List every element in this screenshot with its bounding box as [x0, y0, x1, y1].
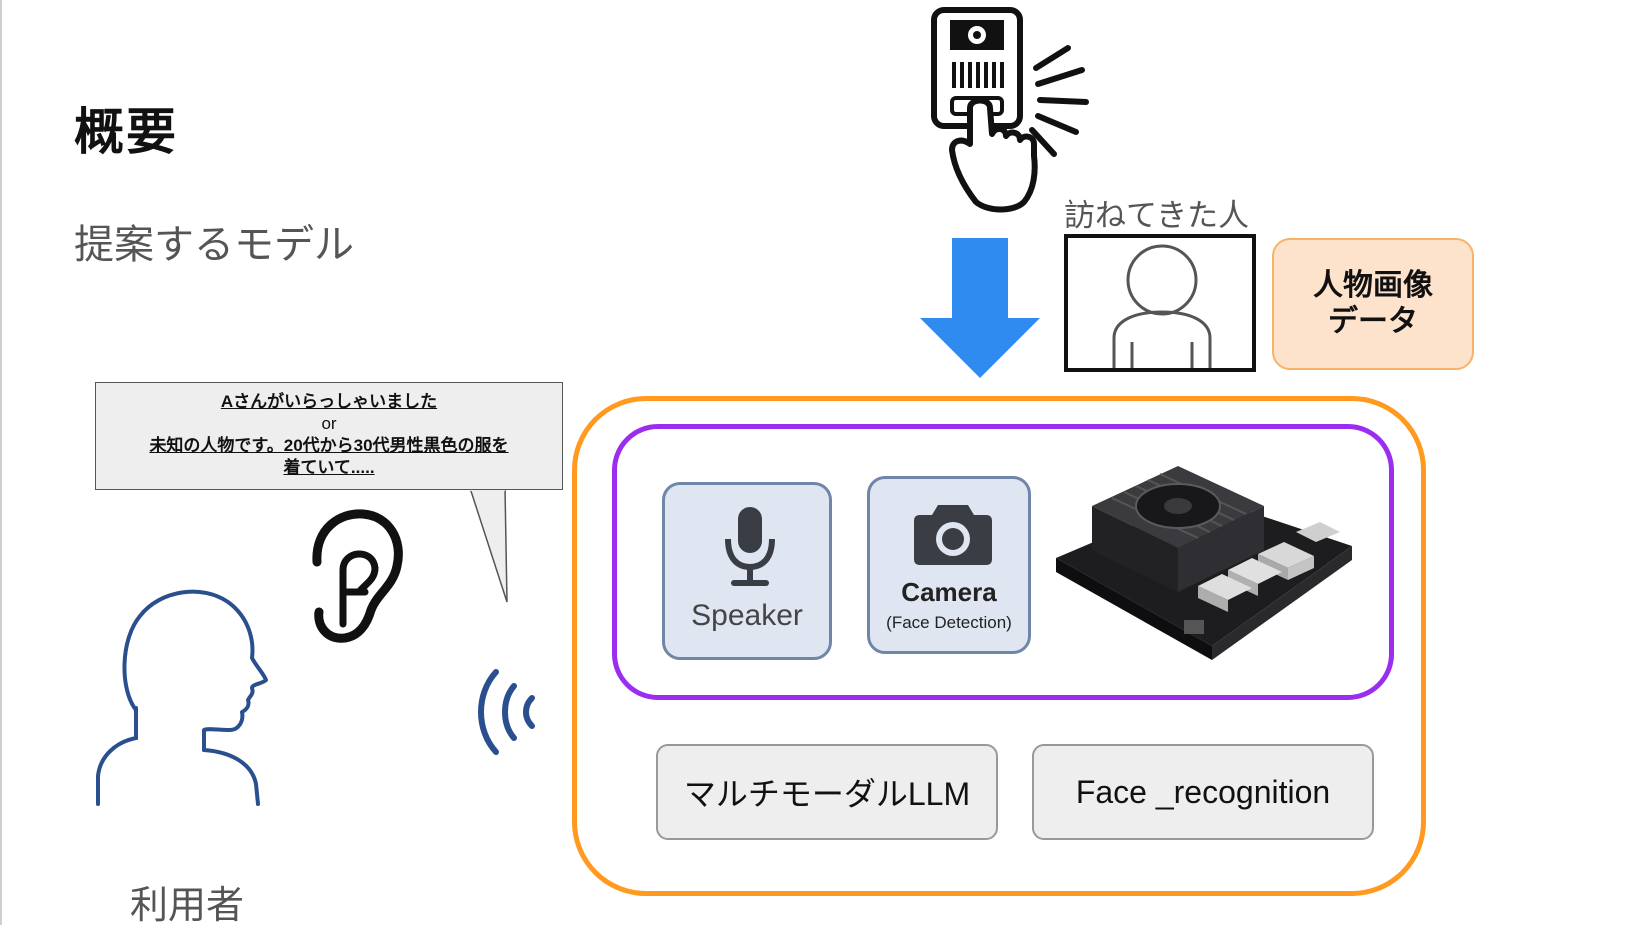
bubble-line-or: or — [321, 414, 337, 433]
bubble-line-unknown-cont: 着ていて..... — [283, 458, 375, 477]
bubble-line-known: Aさんがいらっしゃいました — [220, 392, 438, 411]
bubble-line-unknown: 未知の人物です。20代から30代男性黒色の服を — [149, 436, 509, 455]
speech-bubble: Aさんがいらっしゃいました or 未知の人物です。20代から30代男性黒色の服を… — [95, 382, 563, 490]
